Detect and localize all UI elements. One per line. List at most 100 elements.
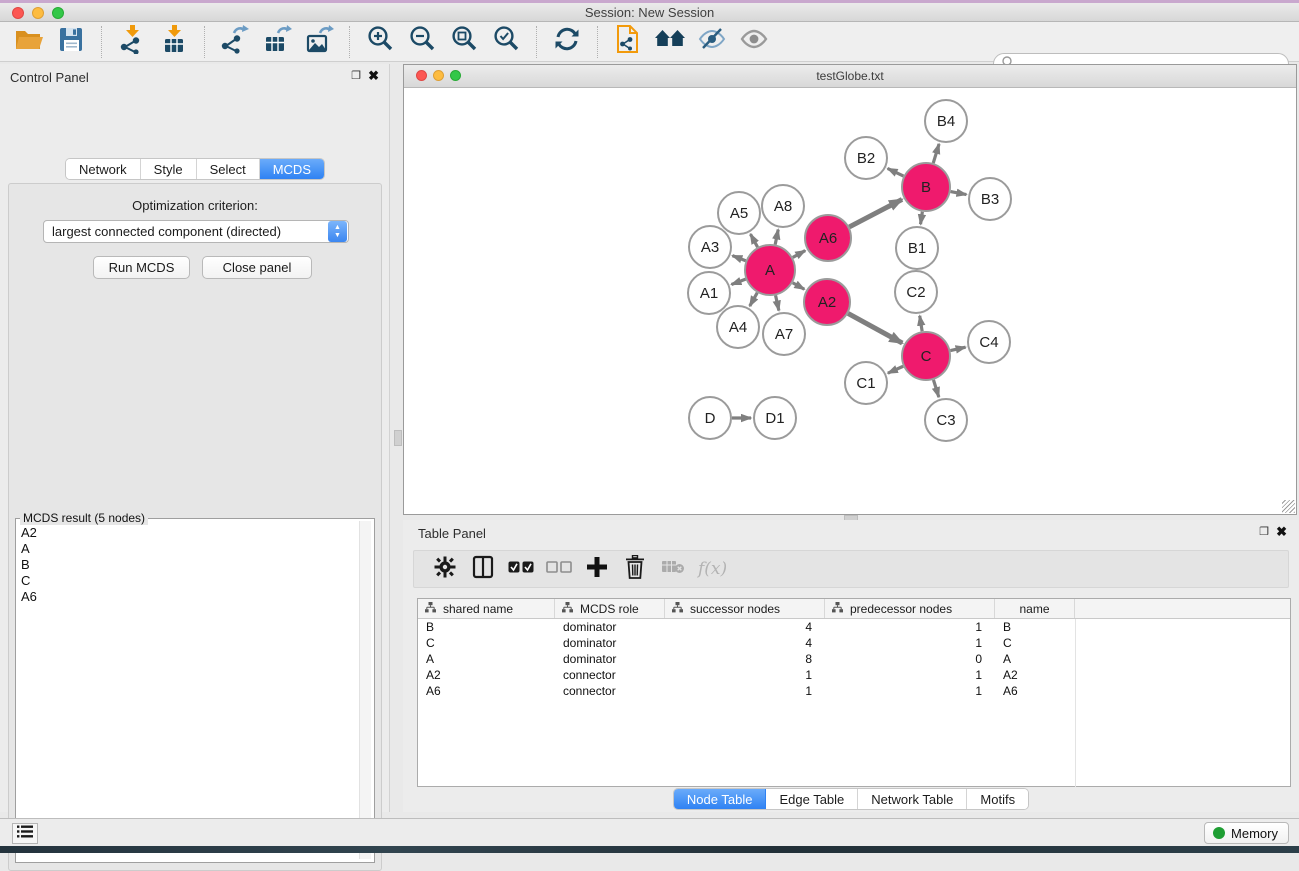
graph-node-A2[interactable]: A2 — [804, 279, 850, 325]
column-header-successor-nodes[interactable]: successor nodes — [665, 599, 825, 618]
table-cell[interactable]: 1 — [665, 667, 825, 683]
table-cell[interactable]: 4 — [665, 635, 825, 651]
table-cell[interactable]: 1 — [825, 619, 995, 635]
close-panel-button[interactable]: Close panel — [202, 256, 312, 279]
graph-node-C3[interactable]: C3 — [925, 399, 967, 441]
mcds-result-item[interactable]: A2 — [18, 525, 354, 541]
tab-style[interactable]: Style — [141, 159, 197, 179]
table-cell[interactable]: A — [995, 651, 1075, 667]
table-cell[interactable]: dominator — [555, 619, 665, 635]
graph-node-D[interactable]: D — [689, 397, 731, 439]
tab-network[interactable]: Network — [66, 159, 141, 179]
resize-grip-icon[interactable] — [1282, 500, 1295, 513]
graph-node-C2[interactable]: C2 — [895, 271, 937, 313]
graph-edge-A-A2[interactable] — [793, 283, 805, 290]
graph-node-B1[interactable]: B1 — [896, 227, 938, 269]
new-network-from-file-button[interactable] — [611, 25, 645, 59]
float-panel-icon[interactable]: ❐ — [351, 69, 361, 82]
graph-node-A7[interactable]: A7 — [763, 313, 805, 355]
table-cell[interactable]: A2 — [418, 667, 555, 683]
mcds-result-item[interactable]: A6 — [18, 589, 354, 605]
show-nodes-button[interactable] — [737, 25, 771, 59]
graph-edge-C-C4[interactable] — [950, 347, 965, 350]
column-header-MCDS-role[interactable]: MCDS role — [555, 599, 665, 618]
open-session-button[interactable] — [12, 25, 46, 59]
float-panel-icon[interactable]: ❐ — [1259, 525, 1269, 538]
select-all-columns-button[interactable] — [506, 554, 536, 584]
column-header-shared-name[interactable]: shared name — [418, 599, 555, 618]
refresh-layout-button[interactable] — [550, 25, 584, 59]
mcds-result-item[interactable]: B — [18, 557, 354, 573]
table-cell[interactable]: C — [995, 635, 1075, 651]
graph-node-A[interactable]: A — [745, 245, 795, 295]
graph-node-A1[interactable]: A1 — [688, 272, 730, 314]
import-network-button[interactable] — [115, 25, 149, 59]
table-cell[interactable]: dominator — [555, 651, 665, 667]
graph-edge-A-A1[interactable] — [731, 279, 745, 284]
minimize-window-button[interactable] — [32, 7, 44, 19]
table-row[interactable]: Cdominator41C — [418, 635, 1290, 651]
graph-edge-B-B4[interactable] — [933, 144, 939, 163]
graph-edge-A6-B[interactable] — [849, 199, 902, 226]
graph-edge-A-A5[interactable] — [750, 234, 757, 247]
graph-edge-A-A7[interactable] — [776, 295, 779, 310]
criterion-select[interactable]: largest connected component (directed) ▲… — [43, 220, 349, 243]
minimize-view-button[interactable] — [433, 70, 444, 81]
table-cell[interactable]: A6 — [995, 683, 1075, 699]
graph-node-C4[interactable]: C4 — [968, 321, 1010, 363]
graph-edge-C-C3[interactable] — [933, 380, 938, 397]
close-view-button[interactable] — [416, 70, 427, 81]
table-cell[interactable]: 1 — [665, 683, 825, 699]
deselect-all-columns-button[interactable] — [544, 554, 574, 584]
graph-node-B[interactable]: B — [902, 163, 950, 211]
tab-node-table[interactable]: Node Table — [674, 789, 767, 809]
tab-network-table[interactable]: Network Table — [858, 789, 967, 809]
run-mcds-button[interactable]: Run MCDS — [93, 256, 190, 279]
show-panel-list-button[interactable] — [12, 823, 38, 844]
zoom-window-button[interactable] — [52, 7, 64, 19]
graph-edge-B-B1[interactable] — [921, 212, 923, 225]
vertical-splitter-grip[interactable] — [394, 430, 402, 446]
homes-button[interactable] — [653, 25, 687, 59]
zoom-fit-button[interactable] — [447, 25, 481, 59]
table-cell[interactable]: dominator — [555, 635, 665, 651]
table-row[interactable]: Bdominator41B — [418, 619, 1290, 635]
table-cell[interactable]: 1 — [825, 635, 995, 651]
table-cell[interactable]: C — [418, 635, 555, 651]
mcds-result-item[interactable]: A — [18, 541, 354, 557]
graph-edge-A-A4[interactable] — [750, 293, 758, 306]
mcds-result-item[interactable]: C — [18, 573, 354, 589]
table-cell[interactable]: 4 — [665, 619, 825, 635]
column-header-predecessor-nodes[interactable]: predecessor nodes — [825, 599, 995, 618]
tab-motifs[interactable]: Motifs — [967, 789, 1028, 809]
table-cell[interactable]: 1 — [825, 683, 995, 699]
table-cell[interactable]: connector — [555, 683, 665, 699]
column-header-name[interactable]: name — [995, 599, 1075, 618]
export-table-button[interactable] — [260, 25, 294, 59]
mcds-list-scrollbar[interactable] — [359, 521, 371, 859]
graph-edge-A-A6[interactable] — [793, 251, 805, 258]
table-cell[interactable]: B — [418, 619, 555, 635]
table-cell[interactable]: connector — [555, 667, 665, 683]
graph-node-D1[interactable]: D1 — [754, 397, 796, 439]
table-settings-button[interactable] — [430, 554, 460, 584]
graph-node-B3[interactable]: B3 — [969, 178, 1011, 220]
tab-mcds[interactable]: MCDS — [260, 159, 324, 179]
network-graph-canvas[interactable]: B4B2BB3A5A8A6A3B1AA1C2A2A4A7C4CC1C3DD1 — [404, 88, 1296, 514]
graph-edge-C-C1[interactable] — [888, 366, 903, 373]
graph-edge-A-A3[interactable] — [732, 256, 745, 261]
graph-node-C1[interactable]: C1 — [845, 362, 887, 404]
graph-node-B2[interactable]: B2 — [845, 137, 887, 179]
zoom-selected-button[interactable] — [489, 25, 523, 59]
network-window-titlebar[interactable]: testGlobe.txt — [404, 65, 1296, 88]
table-cell[interactable]: 1 — [825, 667, 995, 683]
save-session-button[interactable] — [54, 25, 88, 59]
import-table-button[interactable] — [157, 25, 191, 59]
table-cell[interactable]: 8 — [665, 651, 825, 667]
graph-edge-A-A8[interactable] — [775, 230, 778, 245]
table-cell[interactable]: A6 — [418, 683, 555, 699]
graph-edge-B-B3[interactable] — [951, 192, 967, 195]
close-window-button[interactable] — [12, 7, 24, 19]
zoom-in-button[interactable] — [363, 25, 397, 59]
table-cell[interactable]: 0 — [825, 651, 995, 667]
